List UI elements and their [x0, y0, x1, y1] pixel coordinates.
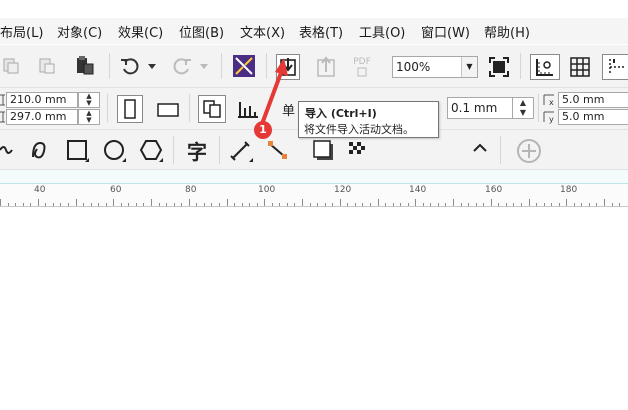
tooltip-title: 导入 (Ctrl+I) — [305, 107, 377, 120]
tooltip-description: 将文件导入活动文档。 — [304, 123, 414, 136]
annotation-arrow — [260, 58, 288, 125]
import-tooltip: 导入 (Ctrl+I) 将文件导入活动文档。 — [298, 101, 439, 138]
annotation-badge: 1 — [254, 121, 272, 139]
